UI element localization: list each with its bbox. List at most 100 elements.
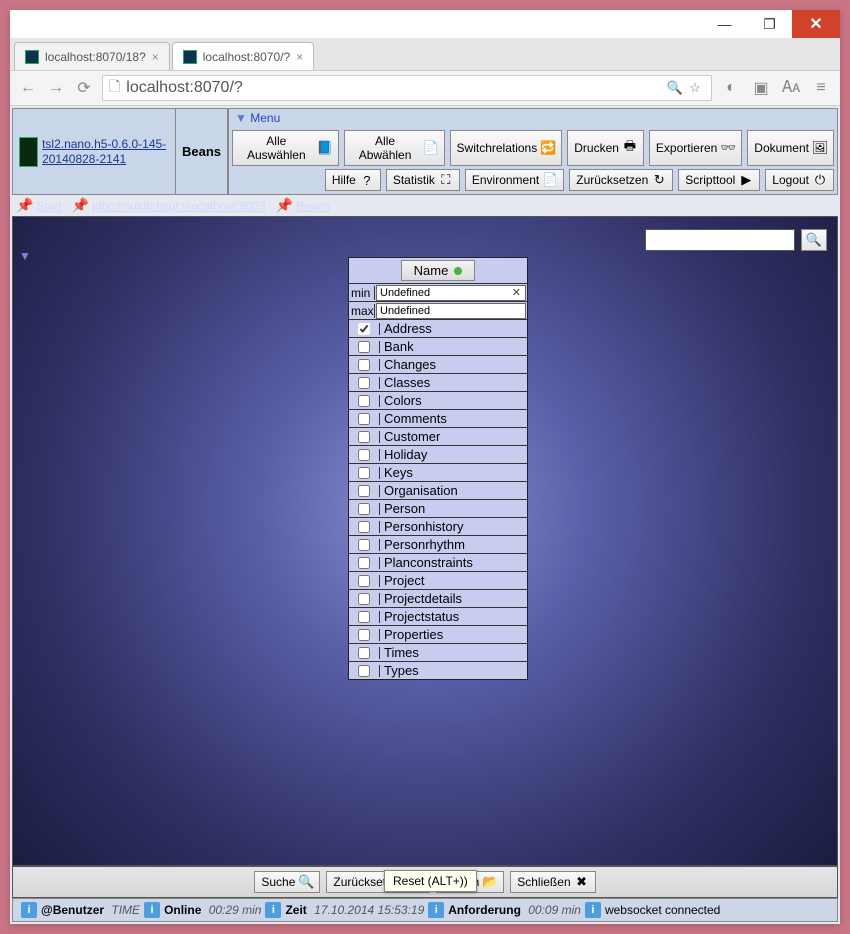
- browser-tab[interactable]: localhost:8070/?×: [172, 42, 314, 70]
- print-button[interactable]: Drucken🖶: [567, 130, 644, 166]
- row-checkbox[interactable]: [358, 521, 370, 533]
- logo-link[interactable]: tsl2.nano.h5-0.6.0-145-20140828-2141: [42, 137, 169, 166]
- row-checkbox[interactable]: [358, 485, 370, 497]
- row-label: Projectstatus: [380, 609, 527, 624]
- row-checkbox[interactable]: [358, 665, 370, 677]
- search-button[interactable]: Suche🔍: [254, 871, 320, 893]
- table-row[interactable]: Properties: [349, 625, 527, 643]
- search-input-top[interactable]: [645, 229, 795, 251]
- tab-close-icon[interactable]: ×: [296, 50, 303, 64]
- row-label: Types: [380, 663, 527, 678]
- select-all-button[interactable]: Alle Auswählen📘: [232, 130, 339, 166]
- row-checkbox[interactable]: [358, 341, 370, 353]
- min-label: min: [349, 286, 375, 300]
- menu-button-label: Dokument: [754, 141, 809, 155]
- table-row[interactable]: Personrhythm: [349, 535, 527, 553]
- window-close-button[interactable]: ✕: [792, 10, 840, 38]
- window-maximize-button[interactable]: ❐: [747, 10, 792, 38]
- max-input[interactable]: [376, 303, 526, 319]
- table-row[interactable]: Classes: [349, 373, 527, 391]
- menu-toggle[interactable]: ▼ Menu: [229, 109, 837, 127]
- document-button[interactable]: Dokument🖼: [747, 130, 834, 166]
- breadcrumb-link[interactable]: jdbc:hsqldb:hsql://localhost:9003: [92, 199, 265, 213]
- row-checkbox[interactable]: [358, 467, 370, 479]
- menu-row-1: Alle Auswählen📘Alle Abwählen📄Switchrelat…: [232, 130, 834, 166]
- row-label: Organisation: [380, 483, 527, 498]
- row-checkbox[interactable]: [358, 323, 370, 335]
- translate-icon[interactable]: 🗛: [780, 79, 802, 97]
- row-checkbox[interactable]: [358, 359, 370, 371]
- table-row[interactable]: Projectdetails: [349, 589, 527, 607]
- min-input[interactable]: [376, 285, 526, 301]
- table-row[interactable]: Projectstatus: [349, 607, 527, 625]
- contrast-icon[interactable]: ◐: [720, 79, 742, 97]
- deselect-all-button[interactable]: Alle Abwählen📄: [344, 130, 445, 166]
- reset-button[interactable]: Zurücksetzen↻: [569, 169, 673, 191]
- search-in-page-icon[interactable]: 🔍: [665, 80, 685, 96]
- close-button[interactable]: Schließen✖: [510, 871, 595, 893]
- row-label: Times: [380, 645, 527, 660]
- cast-icon[interactable]: ▣: [750, 78, 772, 98]
- logout-button[interactable]: Logout⏻: [765, 169, 834, 191]
- table-row[interactable]: Colors: [349, 391, 527, 409]
- row-checkbox[interactable]: [358, 449, 370, 461]
- collapse-triangle-icon[interactable]: ▼: [19, 249, 31, 263]
- window-minimize-button[interactable]: —: [702, 10, 747, 38]
- column-name-button[interactable]: Name: [401, 260, 476, 281]
- info-icon: i: [428, 902, 444, 918]
- table-row[interactable]: Types: [349, 661, 527, 679]
- back-button[interactable]: ←: [18, 79, 38, 97]
- table-row[interactable]: Planconstraints: [349, 553, 527, 571]
- row-checkbox[interactable]: [358, 539, 370, 551]
- address-bar[interactable]: 🗋 localhost:8070/? 🔍 ☆: [102, 75, 712, 101]
- table-row[interactable]: Bank: [349, 337, 527, 355]
- search-box-top: 🔍: [645, 229, 827, 251]
- table-row[interactable]: Comments: [349, 409, 527, 427]
- row-checkbox[interactable]: [358, 431, 370, 443]
- menu-button-label: Scripttool: [685, 173, 735, 187]
- forward-button[interactable]: →: [46, 79, 66, 97]
- reload-button[interactable]: ⟳: [74, 78, 94, 98]
- clear-min-icon[interactable]: ✕: [512, 286, 521, 299]
- row-checkbox[interactable]: [358, 611, 370, 623]
- switch-relations-button[interactable]: Switchrelations🔁: [450, 130, 563, 166]
- row-checkbox-cell: [349, 431, 380, 443]
- environment-button[interactable]: Environment📄: [465, 169, 564, 191]
- scripttool-button[interactable]: Scripttool▶: [678, 169, 760, 191]
- info-icon: i: [144, 902, 160, 918]
- table-row[interactable]: Times: [349, 643, 527, 661]
- row-checkbox[interactable]: [358, 413, 370, 425]
- hamburger-menu-icon[interactable]: ≡: [810, 79, 832, 97]
- bookmark-icon[interactable]: ☆: [685, 80, 705, 96]
- row-checkbox[interactable]: [358, 557, 370, 569]
- tab-close-icon[interactable]: ×: [152, 50, 159, 64]
- table-row[interactable]: Keys: [349, 463, 527, 481]
- row-checkbox[interactable]: [358, 629, 370, 641]
- row-checkbox[interactable]: [358, 377, 370, 389]
- search-button-top[interactable]: 🔍: [801, 229, 827, 251]
- row-checkbox[interactable]: [358, 647, 370, 659]
- help-button[interactable]: Hilfe?: [325, 169, 381, 191]
- row-checkbox[interactable]: [358, 593, 370, 605]
- row-label: Personrhythm: [380, 537, 527, 552]
- row-label: Projectdetails: [380, 591, 527, 606]
- export-button[interactable]: Exportieren👓: [649, 130, 742, 166]
- menu-button-label: Zurücksetzen: [576, 173, 648, 187]
- breadcrumb-link[interactable]: Beans: [296, 199, 330, 213]
- table-row[interactable]: Address: [349, 319, 527, 337]
- table-row[interactable]: Customer: [349, 427, 527, 445]
- row-checkbox[interactable]: [358, 395, 370, 407]
- breadcrumb-item: 📌jdbc:hsqldb:hsql://localhost:9003: [72, 197, 266, 214]
- statistic-button[interactable]: Statistik⛶: [386, 169, 460, 191]
- row-checkbox[interactable]: [358, 575, 370, 587]
- table-row[interactable]: Project: [349, 571, 527, 589]
- table-row[interactable]: Organisation: [349, 481, 527, 499]
- breadcrumb-link[interactable]: Start: [36, 199, 61, 213]
- table-row[interactable]: Person: [349, 499, 527, 517]
- table-row[interactable]: Personhistory: [349, 517, 527, 535]
- browser-tab[interactable]: localhost:8070/18?×: [14, 42, 170, 70]
- open-icon: 📂: [483, 875, 497, 889]
- table-row[interactable]: Holiday: [349, 445, 527, 463]
- table-row[interactable]: Changes: [349, 355, 527, 373]
- row-checkbox[interactable]: [358, 503, 370, 515]
